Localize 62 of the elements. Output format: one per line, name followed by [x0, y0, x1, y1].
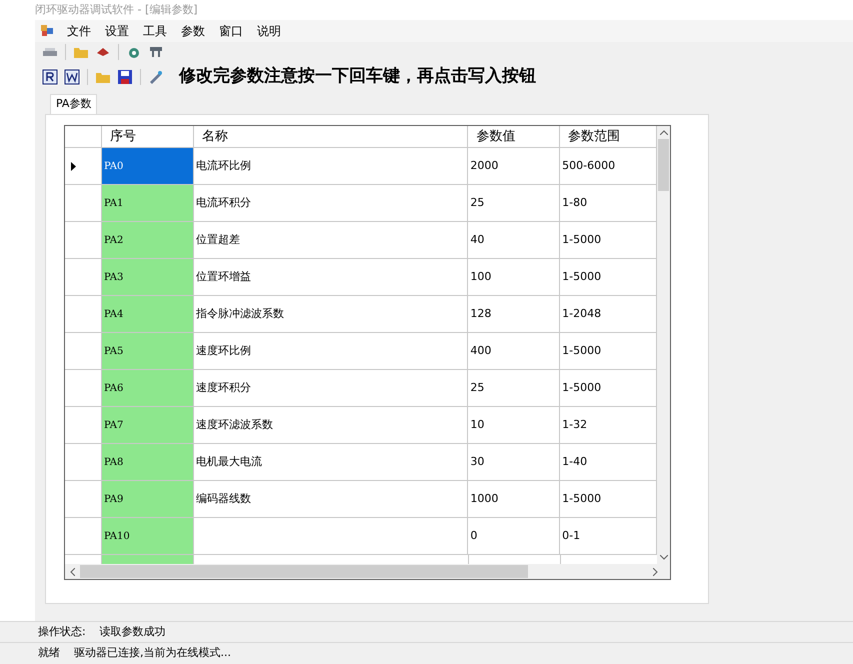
- table-cell: PA0: [102, 148, 194, 184]
- menu-item[interactable]: 说明: [257, 22, 281, 40]
- table-cell: PA3: [102, 259, 194, 295]
- scroll-right-icon[interactable]: [653, 568, 658, 576]
- scroll-thumb[interactable]: [80, 565, 528, 578]
- w-icon[interactable]: [64, 69, 80, 85]
- table-cell: 速度环积分: [194, 370, 468, 406]
- table-cell: 电机最大电流: [194, 444, 468, 480]
- table-cell: 电流环积分: [194, 185, 468, 221]
- notice-text: 修改完参数注意按一下回车键，再点击写入按钮: [179, 65, 536, 88]
- column-header[interactable]: 参数值: [468, 126, 560, 147]
- table-cell: PA9: [102, 481, 194, 517]
- tab[interactable]: PA参数: [50, 94, 98, 114]
- table-cell: 电流环比例: [194, 148, 468, 184]
- scroll-up-icon[interactable]: [660, 130, 668, 135]
- scroll-thumb[interactable]: [658, 139, 669, 191]
- table-cell: PA4: [102, 296, 194, 332]
- table-cell: PA10: [102, 518, 194, 554]
- table-cell: 位置超差: [194, 222, 468, 258]
- status-message: 驱动器已连接,当前为在线模式...: [74, 645, 231, 662]
- window-title: 闭环驱动器调试软件 - [编辑参数]: [34, 2, 199, 18]
- table-cell: PA7: [102, 407, 194, 443]
- table-cell: 400: [468, 333, 560, 369]
- table-cell: PA8: [102, 444, 194, 480]
- scroll-down-icon[interactable]: [660, 555, 668, 560]
- table-cell: 40: [468, 222, 560, 258]
- table-cell: PA6: [102, 370, 194, 406]
- table-cell: 编码器线数: [194, 481, 468, 517]
- table-cell: 速度环比例: [194, 333, 468, 369]
- app-icon: [41, 25, 53, 37]
- table-cell: 2000: [468, 148, 560, 184]
- status-text: 就绪: [38, 645, 60, 662]
- table-cell: 30: [468, 444, 560, 480]
- scroll-left-icon[interactable]: [70, 568, 75, 576]
- table-cell: PA1: [102, 185, 194, 221]
- tools-icon[interactable]: [148, 69, 164, 85]
- status-value: 读取参数成功: [100, 624, 166, 640]
- table-cell: PA5: [102, 333, 194, 369]
- table-cell: 0: [468, 518, 560, 554]
- vertical-scrollbar[interactable]: [657, 126, 670, 564]
- menu-item[interactable]: 文件: [67, 22, 91, 40]
- menu-item[interactable]: 窗口: [219, 22, 243, 40]
- table-cell: 10: [468, 407, 560, 443]
- current-row-icon: [71, 162, 76, 170]
- column-header[interactable]: 序号: [102, 126, 194, 147]
- horizontal-scrollbar[interactable]: [65, 564, 670, 579]
- table-cell: 速度环滤波系数: [194, 407, 468, 443]
- column-header[interactable]: 名称: [194, 126, 468, 147]
- menu-item[interactable]: 参数: [181, 22, 205, 40]
- status-label: 操作状态:: [38, 624, 86, 640]
- table-cell: 100: [468, 259, 560, 295]
- r-icon[interactable]: [42, 69, 58, 85]
- table-cell: PA2: [102, 222, 194, 258]
- table-cell: 指令脉冲滤波系数: [194, 296, 468, 332]
- table-cell: 25: [468, 185, 560, 221]
- save-icon[interactable]: [117, 69, 133, 85]
- table-cell: 位置环增益: [194, 259, 468, 295]
- menu-item[interactable]: 工具: [143, 22, 167, 40]
- table-cell: 128: [468, 296, 560, 332]
- table-cell: 25: [468, 370, 560, 406]
- table-cell: 1000: [468, 481, 560, 517]
- menu-item[interactable]: 设置: [105, 22, 129, 40]
